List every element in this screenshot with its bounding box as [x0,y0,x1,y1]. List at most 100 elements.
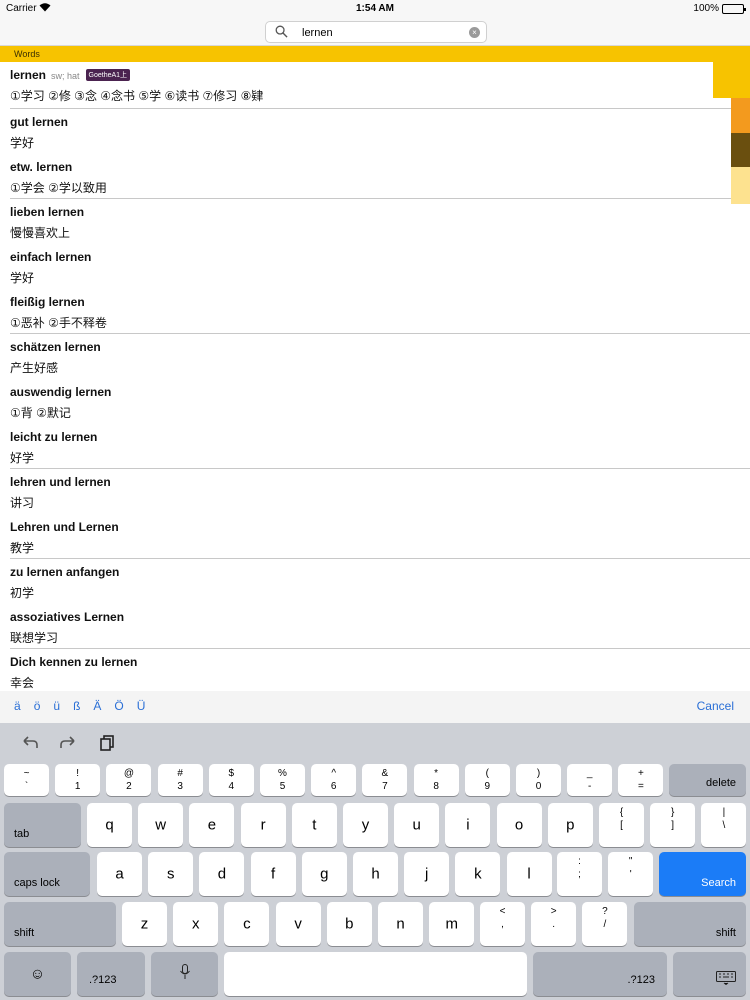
symbol-key[interactable]: ? / [582,902,628,946]
number-key[interactable]: @ 2 [106,764,152,796]
result-meaning: ①恶补 ②手不释卷 [10,316,107,330]
letter-key[interactable]: p [547,803,593,847]
result-meaning: 联想学习 [10,631,59,645]
letter-key[interactable]: e [189,803,235,847]
numbers-key-left[interactable]: .?123 [77,952,145,996]
letter-key[interactable]: v [275,902,321,946]
cancel-button[interactable]: Cancel [697,699,734,713]
clear-search-icon[interactable]: × [469,27,480,38]
letter-key[interactable]: j [404,852,450,896]
number-key[interactable]: ~ ` [4,764,49,796]
letter-key[interactable]: q [87,803,132,847]
result-row[interactable]: etw. lernen ①学会 ②学以致用 [0,154,750,199]
result-row[interactable]: fleißig lernen ①恶补 ②手不释卷 [0,289,750,334]
umlaut-key[interactable]: Ä [93,699,101,713]
umlaut-buttons: äöüßÄÖÜ [14,699,145,713]
umlaut-key[interactable]: ö [34,699,41,713]
symbol-key[interactable]: | \ [701,803,747,847]
result-row[interactable]: lieben lernen 慢慢喜欢上 [0,199,750,244]
shift-left-key[interactable]: shift [4,902,116,946]
symbol-key[interactable]: { [ [599,803,644,847]
symbol-key[interactable]: " ' [608,852,654,896]
delete-key[interactable]: delete [669,764,746,796]
index-marker-1[interactable] [713,62,750,98]
letter-key[interactable]: o [496,803,542,847]
caps-lock-key[interactable]: caps lock [4,852,90,896]
result-row[interactable]: auswendig lernen ①背 ②默记 [0,379,750,424]
search-input[interactable] [302,24,462,41]
letter-key[interactable]: y [343,803,388,847]
letter-key[interactable]: b [326,902,372,946]
dismiss-keyboard-key[interactable] [673,952,746,996]
umlaut-key[interactable]: Ö [114,699,123,713]
number-key[interactable]: ! 1 [55,764,101,796]
symbol-key[interactable]: } ] [650,803,696,847]
number-key[interactable]: & 7 [362,764,408,796]
undo-icon[interactable] [20,733,40,753]
umlaut-key[interactable]: ä [14,699,21,713]
letter-key[interactable]: i [445,803,491,847]
tab-key[interactable]: tab [4,803,81,847]
letter-key[interactable]: r [240,803,286,847]
search-box[interactable]: × [265,21,487,43]
number-key[interactable]: % 5 [260,764,305,796]
dictation-key[interactable] [151,952,218,996]
search-header: × [0,18,750,46]
result-row[interactable]: Dich kennen zu lernen 幸会 [0,649,750,691]
letter-key[interactable]: g [301,852,347,896]
emoji-key[interactable]: ☺ [4,952,71,996]
letter-key[interactable]: z [122,902,167,946]
index-marker-2[interactable] [731,98,750,133]
index-marker-4[interactable] [731,167,750,204]
letter-key[interactable]: w [138,803,184,847]
letter-key[interactable]: l [506,852,552,896]
search-key[interactable]: Search [659,852,746,896]
shift-right-key[interactable]: shift [634,902,746,946]
letter-key[interactable]: h [353,852,398,896]
results-list[interactable]: lernen sw; hat GoetheA1上 ①学习 ②修 ③念 ④念书 ⑤学 … [0,62,750,691]
letter-key[interactable]: a [97,852,142,896]
letter-key[interactable]: u [394,803,440,847]
result-row[interactable]: schätzen lernen 产生好感 [0,334,750,379]
letter-key[interactable]: n [378,902,423,946]
symbol-key[interactable]: : ; [557,852,602,896]
number-key[interactable]: ) 0 [516,764,561,796]
result-row[interactable]: zu lernen anfangen 初学 [0,559,750,604]
letter-key[interactable]: s [148,852,194,896]
result-row[interactable]: einfach lernen 学好 [0,244,750,289]
letter-key[interactable]: k [455,852,501,896]
letter-key[interactable]: d [199,852,245,896]
number-key[interactable]: _ - [567,764,613,796]
umlaut-key[interactable]: ß [73,699,80,713]
redo-icon[interactable] [58,733,78,753]
letter-key[interactable]: t [291,803,337,847]
number-key[interactable]: ^ 6 [311,764,357,796]
result-headword: etw. lernen [10,160,72,174]
number-key[interactable]: ( 9 [464,764,510,796]
paste-icon[interactable] [98,733,118,753]
word-grammar: sw; hat [51,71,80,81]
section-index-strip[interactable] [713,62,750,204]
result-row[interactable]: lehren und lernen 讲习 [0,469,750,514]
number-key[interactable]: # 3 [157,764,203,796]
number-key[interactable]: * 8 [413,764,459,796]
letter-key[interactable]: c [224,902,270,946]
letter-key[interactable]: f [250,852,296,896]
result-row[interactable]: Lehren und Lernen 教学 [0,514,750,559]
symbol-key[interactable]: < , [480,902,525,946]
index-marker-3[interactable] [731,133,750,167]
letter-key[interactable]: m [429,902,475,946]
numbers-key-right[interactable]: .?123 [533,952,667,996]
number-key[interactable]: $ 4 [208,764,254,796]
space-bar[interactable] [224,952,527,996]
result-row[interactable]: gut lernen 学好 [0,109,750,154]
result-row[interactable]: assoziatives Lernen 联想学习 [0,604,750,649]
umlaut-key[interactable]: ü [53,699,60,713]
result-row[interactable]: lernen sw; hat GoetheA1上 ①学习 ②修 ③念 ④念书 ⑤学 … [0,62,750,109]
word-text: lernen [10,68,47,82]
umlaut-key[interactable]: Ü [137,699,146,713]
number-key[interactable]: + = [618,764,664,796]
result-row[interactable]: leicht zu lernen 好学 [0,424,750,469]
symbol-key[interactable]: > . [531,902,577,946]
letter-key[interactable]: x [173,902,219,946]
